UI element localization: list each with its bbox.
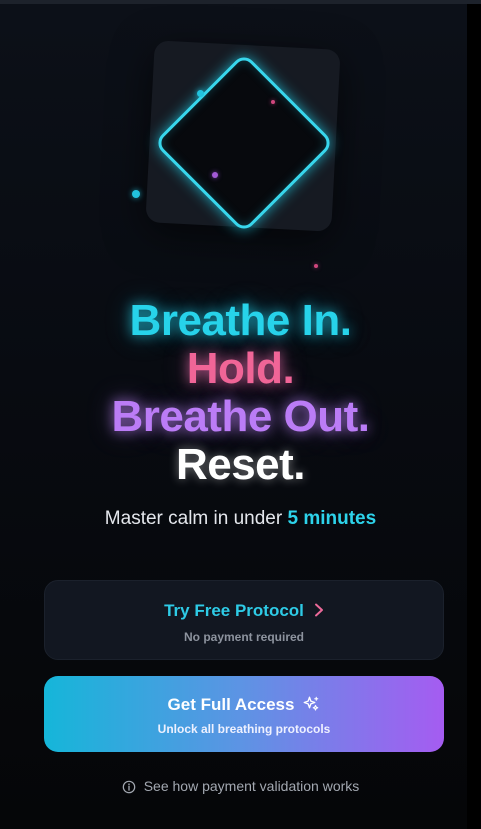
try-free-protocol-button[interactable]: Try Free Protocol No payment required (44, 580, 444, 660)
headline-hold: Hold. (186, 344, 295, 393)
chevron-right-icon (314, 600, 324, 622)
info-icon (122, 780, 136, 794)
full-access-title: Get Full Access (44, 694, 444, 716)
full-access-sublabel: Unlock all breathing protocols (157, 722, 331, 736)
particle-dot (314, 264, 318, 268)
headline-breathe-in: Breathe In. (129, 296, 352, 345)
tagline: Master calm in under 5 minutes (0, 507, 481, 531)
headline-reset: Reset. (175, 440, 306, 489)
particle-dot (197, 90, 204, 97)
particle-dot (212, 172, 218, 178)
try-free-label: Try Free Protocol (164, 601, 304, 620)
payment-validation-link[interactable]: See how payment validation works (0, 777, 481, 795)
particle-dot (271, 100, 275, 104)
try-free-title: Try Free Protocol (45, 600, 443, 622)
headline-breathe-out: Breathe Out. (111, 392, 370, 441)
full-access-label: Get Full Access (167, 695, 295, 714)
sparkles-icon (304, 696, 319, 711)
payment-validation-label: See how payment validation works (143, 778, 360, 794)
particle-dot (132, 190, 140, 198)
tagline-highlight: 5 minutes (287, 508, 377, 529)
try-free-sublabel: No payment required (183, 630, 305, 644)
get-full-access-button[interactable]: Get Full Access Unlock all breathing pro… (44, 676, 444, 752)
tagline-text: Master calm in under (104, 508, 283, 529)
